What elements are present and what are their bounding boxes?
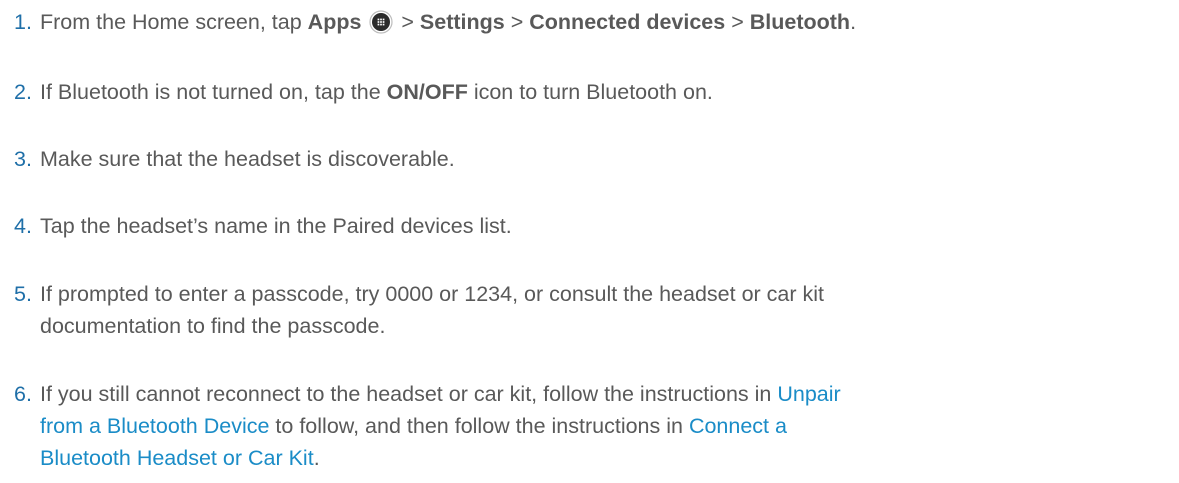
period: . <box>313 446 320 470</box>
step-number: 6. <box>14 382 32 406</box>
step-text: If prompted to enter a passcode, try 000… <box>40 278 1169 342</box>
step-text: If Bluetooth is not turned on, tap the O… <box>40 76 1169 108</box>
step-text: Make sure that the headset is discoverab… <box>40 147 455 171</box>
connect-headset-link[interactable]: Connect a <box>689 414 787 438</box>
step-number: 5. <box>14 282 32 306</box>
on-off-label: ON/OFF <box>386 80 468 104</box>
step-text-segment: If you still cannot reconnect to the hea… <box>40 382 778 406</box>
step-number: 4. <box>14 214 32 238</box>
step-text-segment: From the Home screen, tap <box>40 10 308 34</box>
step-text-line: from a Bluetooth Device to follow, and t… <box>40 410 1169 442</box>
separator: > <box>725 10 750 34</box>
step-text: From the Home screen, tap Apps > Setting… <box>40 6 1169 38</box>
step-number: 1. <box>14 10 32 34</box>
step-text-line: If you still cannot reconnect to the hea… <box>40 378 1169 410</box>
step-2: 2. If Bluetooth is not turned on, tap th… <box>14 76 1169 108</box>
settings-label: Settings <box>419 10 505 34</box>
period: . <box>850 10 857 34</box>
apps-grid-icon <box>369 10 394 34</box>
step-text-segment: If Bluetooth is not turned on, tap the <box>40 80 387 104</box>
apps-label: Apps <box>307 10 362 34</box>
step-number: 2. <box>14 80 32 104</box>
step-4: 4. Tap the headset’s name in the Paired … <box>14 210 1169 242</box>
step-text-line: Bluetooth Headset or Car Kit. <box>40 442 1169 474</box>
step-text-line: documentation to find the passcode. <box>40 314 386 338</box>
step-6: 6. If you still cannot reconnect to the … <box>14 378 1169 474</box>
step-text: If you still cannot reconnect to the hea… <box>40 378 1169 474</box>
bluetooth-label: Bluetooth <box>749 10 851 34</box>
unpair-link-continued[interactable]: from a Bluetooth Device <box>40 414 269 438</box>
instruction-steps: 1. From the Home screen, tap Apps > Sett… <box>0 0 1179 483</box>
step-1: 1. From the Home screen, tap Apps > Sett… <box>14 6 1169 38</box>
connected-devices-label: Connected devices <box>529 10 726 34</box>
step-5: 5. If prompted to enter a passcode, try … <box>14 278 1169 342</box>
step-text: Tap the headset’s name in the Paired dev… <box>40 214 512 238</box>
step-text-line: If prompted to enter a passcode, try 000… <box>40 282 825 306</box>
step-text-segment: to follow, and then follow the instructi… <box>269 414 689 438</box>
step-text-segment: icon to turn Bluetooth on. <box>467 80 713 104</box>
connect-headset-link-continued[interactable]: Bluetooth Headset or Car Kit <box>40 446 314 470</box>
unpair-link[interactable]: Unpair <box>777 382 840 406</box>
separator: > <box>395 10 420 34</box>
separator: > <box>504 10 530 34</box>
step-number: 3. <box>14 147 32 171</box>
step-3: 3. Make sure that the headset is discove… <box>14 143 1169 175</box>
